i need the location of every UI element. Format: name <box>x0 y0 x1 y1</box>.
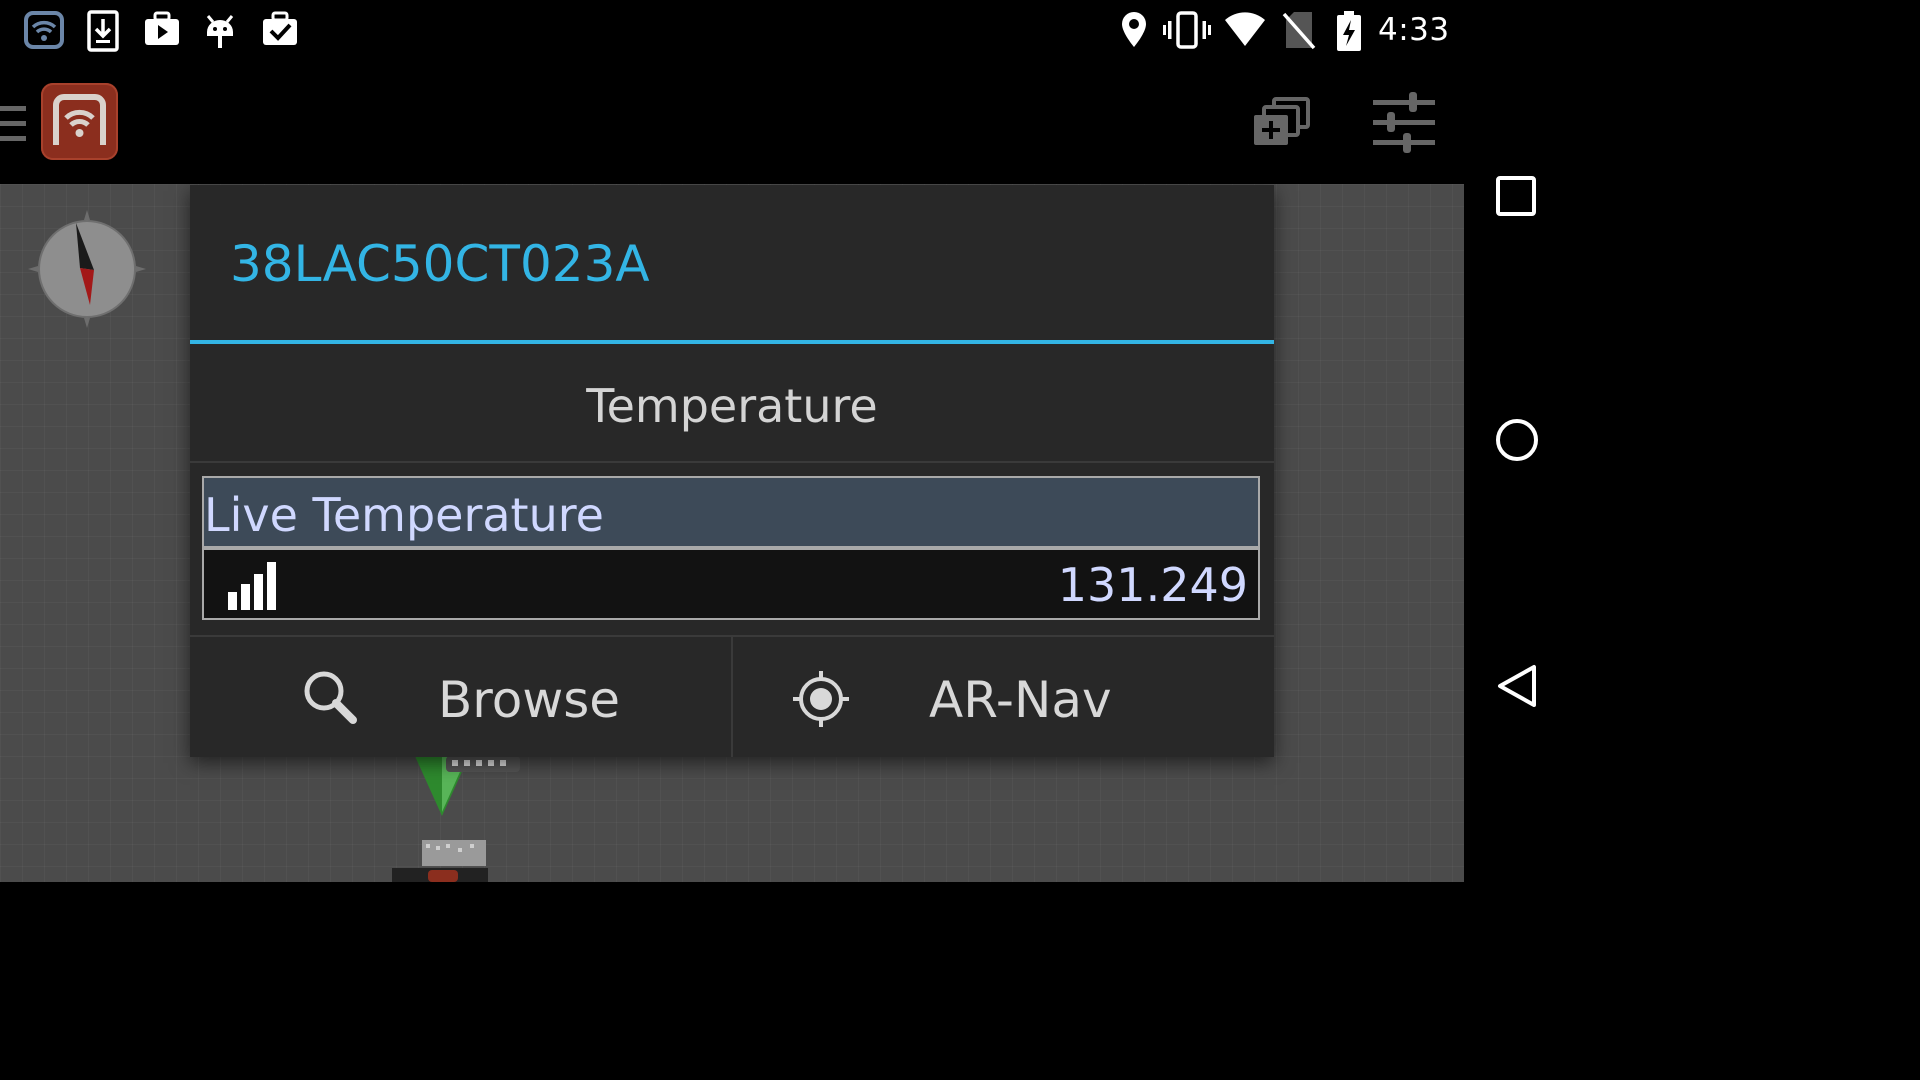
ar-nav-button[interactable]: AR-Nav <box>733 637 1274 757</box>
section-title: Temperature <box>586 379 878 433</box>
wifi-app-notification-icon <box>24 10 64 54</box>
vibrate-icon <box>1163 10 1211 54</box>
home-icon[interactable] <box>1494 417 1540 463</box>
sensor-list-item[interactable]: Live Temperature 131.249 <box>202 476 1260 620</box>
title-divider <box>190 340 1274 344</box>
app-logo-icon[interactable] <box>41 83 118 160</box>
browse-button-label: Browse <box>438 671 621 729</box>
sensor-dialog: 38LAC50CT023A Temperature Live Temperatu… <box>190 185 1274 757</box>
tune-settings-icon[interactable] <box>1373 92 1435 158</box>
signal-bars-icon <box>226 562 278 614</box>
media-briefcase-icon <box>143 10 181 52</box>
dialog-title: 38LAC50CT023A <box>230 235 650 293</box>
search-icon <box>302 669 358 729</box>
battery-charging-icon <box>1336 10 1362 56</box>
map-marker-icon[interactable] <box>412 752 524 822</box>
section-divider <box>190 461 1274 463</box>
sensor-value: 131.249 <box>1057 558 1248 612</box>
action-bar <box>0 62 1464 184</box>
back-icon[interactable] <box>1494 663 1540 709</box>
map-thumbnail-icon[interactable] <box>392 838 492 886</box>
android-debug-icon <box>204 10 236 54</box>
status-bar: 4:33 <box>0 0 1464 62</box>
ar-nav-button-label: AR-Nav <box>929 671 1112 729</box>
menu-icon[interactable] <box>0 106 26 146</box>
status-clock: 4:33 <box>1378 12 1450 48</box>
sensor-value-row: 131.249 <box>204 550 1258 618</box>
add-layer-icon[interactable] <box>1252 97 1312 153</box>
no-sim-icon <box>1282 10 1316 54</box>
compass-icon[interactable] <box>26 208 148 334</box>
recents-icon[interactable] <box>1494 174 1540 220</box>
wifi-signal-icon <box>1224 10 1266 52</box>
browse-button[interactable]: Browse <box>190 637 731 757</box>
location-pin-icon <box>1120 10 1148 54</box>
download-icon <box>87 10 119 56</box>
sensor-label: Live Temperature <box>204 488 604 542</box>
gps-target-icon <box>791 669 851 733</box>
task-check-icon <box>261 10 299 52</box>
sensor-header: Live Temperature <box>204 478 1258 550</box>
